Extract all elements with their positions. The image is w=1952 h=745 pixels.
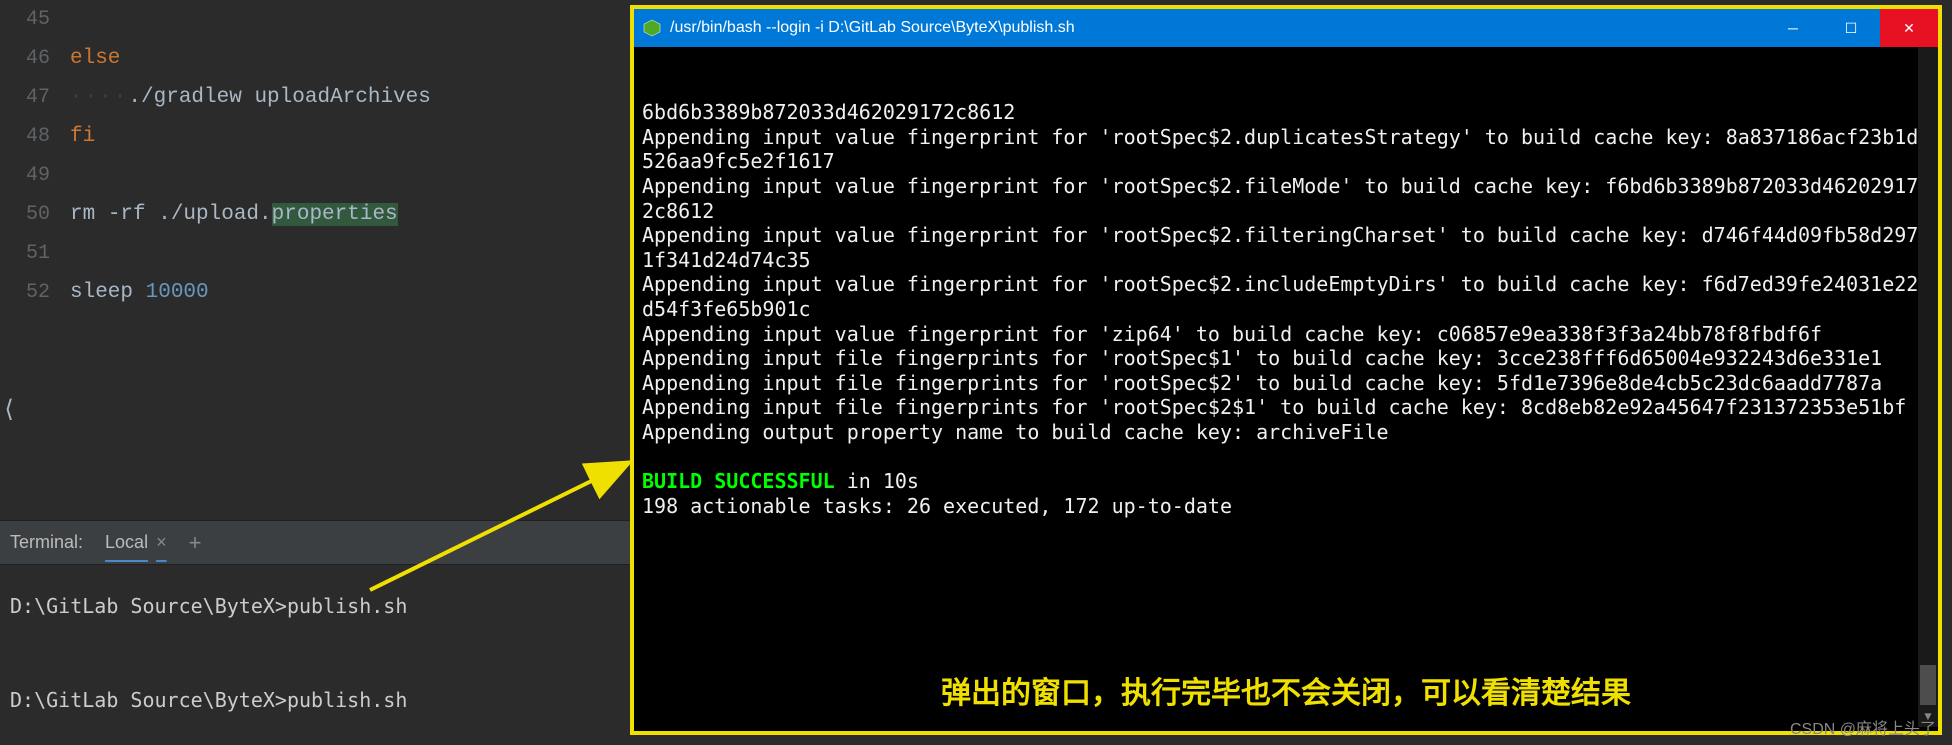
bash-output[interactable]: 6bd6b3389b872033d462029172c8612Appending…: [634, 47, 1938, 731]
bash-line: Appending input file fingerprints for 'r…: [642, 346, 1930, 371]
code-content[interactable]: rm -rf ./upload.properties: [70, 203, 640, 226]
terminal-tab-label: Local: [105, 532, 148, 553]
terminal-tab-local[interactable]: Local ×: [101, 532, 171, 553]
fold-chevron-icon[interactable]: ⟨: [2, 395, 16, 425]
line-number: 52: [0, 281, 70, 304]
code-content[interactable]: ····./gradlew uploadArchives: [70, 86, 640, 109]
bash-line: Appending input value fingerprint for 'r…: [642, 223, 1930, 272]
line-number: 51: [0, 242, 70, 265]
terminal-panel: Terminal: Local × + D:\GitLab Source\Byt…: [0, 521, 640, 745]
code-content[interactable]: fi: [70, 125, 640, 148]
bash-line: Appending input value fingerprint for 'r…: [642, 125, 1930, 174]
code-line[interactable]: 50rm -rf ./upload.properties: [0, 195, 640, 234]
add-terminal-button[interactable]: +: [189, 530, 202, 556]
bash-line: Appending input value fingerprint for 'z…: [642, 322, 1930, 347]
line-number: 50: [0, 203, 70, 226]
line-number: 49: [0, 164, 70, 187]
code-line[interactable]: 49: [0, 156, 640, 195]
scrollbar-thumb[interactable]: [1920, 665, 1936, 705]
bash-line: Appending input value fingerprint for 'r…: [642, 174, 1930, 223]
code-editor[interactable]: 4546else47····./gradlew uploadArchives48…: [0, 0, 640, 520]
code-line[interactable]: 48fi: [0, 117, 640, 156]
bash-line: Appending output property name to build …: [642, 420, 1930, 445]
annotation-text: 弹出的窗口，执行完毕也不会关闭，可以看清楚结果: [634, 676, 1938, 713]
build-success-line: BUILD SUCCESSFUL in 10s: [642, 469, 1930, 494]
watermark: CSDN @麻将上头了: [1790, 715, 1936, 739]
terminal-label: Terminal:: [10, 532, 83, 553]
bash-window: /usr/bin/bash --login -i D:\GitLab Sourc…: [630, 5, 1942, 735]
code-content[interactable]: else: [70, 47, 640, 70]
window-title: /usr/bin/bash --login -i D:\GitLab Sourc…: [670, 19, 1764, 37]
tasks-line: 198 actionable tasks: 26 executed, 172 u…: [642, 494, 1930, 519]
line-number: 46: [0, 47, 70, 70]
code-line[interactable]: 52sleep 10000: [0, 273, 640, 312]
close-icon[interactable]: ×: [156, 532, 167, 553]
terminal-header: Terminal: Local × +: [0, 521, 640, 565]
line-number: 45: [0, 8, 70, 31]
titlebar[interactable]: /usr/bin/bash --login -i D:\GitLab Sourc…: [634, 9, 1938, 47]
line-number: 48: [0, 125, 70, 148]
bash-icon: [642, 18, 662, 38]
bash-line: Appending input value fingerprint for 'r…: [642, 272, 1930, 321]
bash-line: Appending input file fingerprints for 'r…: [642, 395, 1930, 420]
terminal-output[interactable]: D:\GitLab Source\ByteX>publish.sh D:\Git…: [0, 565, 640, 742]
code-line[interactable]: 51: [0, 234, 640, 273]
bash-line: 6bd6b3389b872033d462029172c8612: [642, 100, 1930, 125]
scrollbar-vertical[interactable]: ▼: [1918, 47, 1938, 727]
bash-line: Appending input file fingerprints for 'r…: [642, 371, 1930, 396]
code-line[interactable]: 46else: [0, 39, 640, 78]
code-line[interactable]: 47····./gradlew uploadArchives: [0, 78, 640, 117]
maximize-button[interactable]: ☐: [1822, 9, 1880, 47]
minimize-button[interactable]: ─: [1764, 9, 1822, 47]
close-button[interactable]: ✕: [1880, 9, 1938, 47]
code-content[interactable]: sleep 10000: [70, 281, 640, 304]
code-line[interactable]: 45: [0, 0, 640, 39]
line-number: 47: [0, 86, 70, 109]
